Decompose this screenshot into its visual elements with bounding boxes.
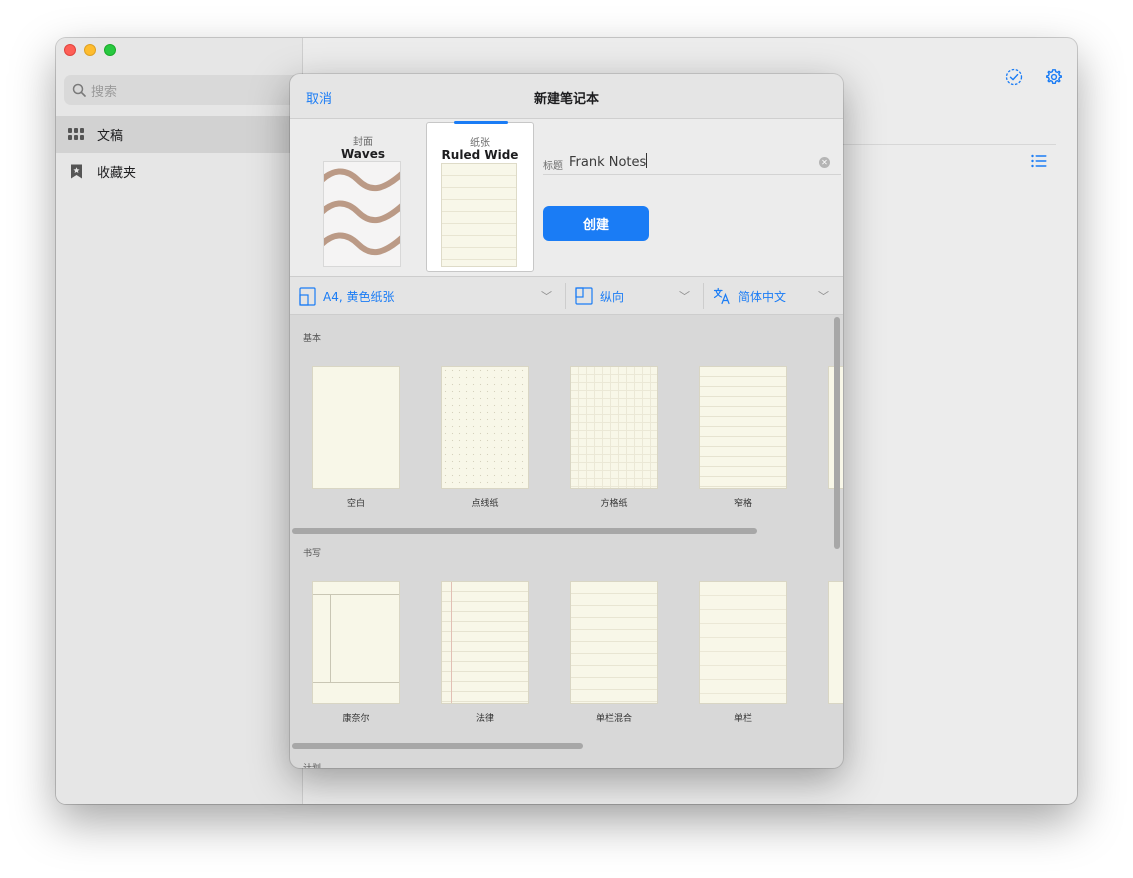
section-title: 基本 [303,334,322,344]
cover-picker[interactable]: 封面 Waves [309,119,417,272]
orientation-select[interactable]: 纵向 [575,277,624,315]
gear-icon[interactable] [1045,68,1063,86]
paper-tile-cornell[interactable] [313,582,399,703]
search-input[interactable]: 搜索 [64,75,304,105]
language-value: 简体中文 [738,289,787,304]
paper-tile-more[interactable] [829,582,843,703]
horizontal-scrollbar[interactable] [292,528,757,534]
cover-name: Waves [340,147,385,161]
paper-gallery[interactable]: 基本 空白 点线纸 方格纸 窄格 书写 康奈尔 法律 单栏混合 单栏 计划 [290,315,843,768]
tile-label: 方格纸 [600,499,628,509]
tile-label: 窄格 [733,499,752,509]
close-window-button[interactable] [64,44,76,56]
paper-tile-dotted[interactable] [442,367,528,488]
section-title: 计划 [303,761,321,768]
cover-preview [324,162,400,266]
bookmark-star-icon [71,164,82,179]
translate-icon [713,287,730,305]
chevron-down-icon[interactable]: ﹀ [541,288,552,304]
dialog-header: 取消 新建笔记本 [290,74,843,119]
create-button[interactable]: 创建 [543,206,649,241]
orientation-icon [575,287,593,305]
paper-tile-narrow[interactable] [700,367,786,488]
waves-pattern-icon [324,168,400,256]
paper-options-bar: A4, 黄色纸张 ﹀ 纵向 ﹀ 简体中文 ﹀ [290,277,843,315]
title-input[interactable]: Frank Notes [569,153,809,170]
dialog-title: 新建笔记本 [533,92,599,107]
search-icon [72,83,86,97]
text-caret [646,153,648,168]
clear-title-button[interactable]: ✕ [819,157,830,168]
sidebar-item-label: 收藏夹 [97,166,137,181]
sidebar-item-favorites[interactable]: 收藏夹 [56,153,303,190]
search-placeholder: 搜索 [91,84,118,100]
page-size-icon [299,286,316,306]
paper-tile-single-column[interactable] [700,582,786,703]
language-select[interactable]: 简体中文 [713,277,786,315]
cover-caption: 封面 [353,137,373,148]
main-toolbar [1005,68,1063,86]
selected-indicator [454,121,508,124]
title-label: 标题 [543,161,563,172]
maximize-window-button[interactable] [104,44,116,56]
tile-label: 康奈尔 [342,714,370,724]
minimize-window-button[interactable] [84,44,96,56]
notebook-setup: 封面 Waves 纸张 Ruled Wide 标题 Frank Notes ✕ [290,119,843,277]
paper-size-value: A4, 黄色纸张 [323,289,395,304]
orientation-value: 纵向 [600,289,625,304]
chevron-down-icon[interactable]: ﹀ [818,288,829,304]
paper-tile-grid[interactable] [571,367,657,488]
title-value: Frank Notes [569,155,647,170]
new-notebook-dialog: 取消 新建笔记本 封面 Waves 纸张 Ruled Wide 标题 Frank… [290,74,843,768]
section-title: 书写 [303,549,322,559]
paper-picker[interactable]: 纸张 Ruled Wide [426,121,534,272]
sidebar: 搜索 文稿 收藏夹 [56,38,304,804]
grid-icon [68,127,85,142]
list-icon[interactable] [1031,154,1047,168]
sidebar-item-label: 文稿 [97,129,124,144]
paper-size-select[interactable]: A4, 黄色纸张 [299,277,394,315]
paper-tile-single-column-mixed[interactable] [571,582,657,703]
tile-label: 空白 [346,499,365,509]
window-controls [64,44,116,56]
vertical-scrollbar[interactable] [834,317,840,549]
checkmark-circle-icon[interactable] [1005,68,1023,86]
tile-label: 点线纸 [471,499,499,509]
tile-label: 单栏 [733,714,752,724]
paper-tile-blank[interactable] [313,367,399,488]
paper-tile-legal[interactable] [442,582,528,703]
title-underline [543,174,841,175]
separator [703,283,704,309]
sidebar-item-documents[interactable]: 文稿 [56,116,303,153]
horizontal-scrollbar[interactable] [292,743,583,749]
paper-name: Ruled Wide [441,148,519,162]
paper-preview [442,164,516,266]
paper-caption: 纸张 [470,138,490,149]
tile-label: 单栏混合 [595,714,632,724]
chevron-down-icon[interactable]: ﹀ [679,288,690,304]
tile-label: 法律 [475,714,494,724]
separator [565,283,566,309]
